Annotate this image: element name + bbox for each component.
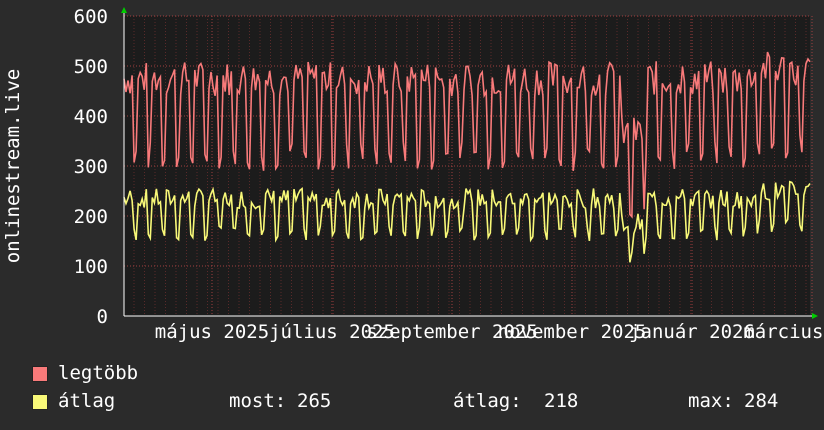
y-tick-label: 200: [74, 206, 108, 228]
y-tick-label: 300: [74, 156, 108, 178]
x-axis-arrow-icon: [812, 313, 818, 319]
y-tick-label: 600: [74, 6, 108, 28]
x-tick-label: január 2026: [629, 321, 755, 343]
stat-max-label: max:: [688, 390, 734, 412]
stat-current-label: most:: [229, 390, 287, 412]
legend-swatch-max: [32, 366, 48, 382]
legend: legtöbb átlag most: 265 átlag: 218 max: …: [32, 362, 812, 422]
legend-swatch-avg: [32, 394, 48, 410]
x-tick-label: május 2025: [155, 321, 269, 343]
y-tick-label: 100: [74, 256, 108, 278]
stat-avg-label: átlag:: [453, 390, 522, 412]
legend-item-avg: átlag most: 265 átlag: 218 max: 284: [32, 390, 812, 412]
legend-label-max: legtöbb: [58, 362, 139, 384]
legend-label-avg: átlag: [58, 390, 116, 412]
stat-current-value: 265: [297, 390, 332, 412]
y-tick-label: 0: [97, 306, 108, 328]
y-tick-label: 400: [74, 106, 108, 128]
y-axis-arrow-icon: [121, 7, 127, 13]
stat-max-value: 284: [744, 390, 779, 412]
stat-avg-value: 218: [544, 390, 579, 412]
y-axis-label: onlinestream.live: [2, 69, 24, 263]
x-tick-label: március 2026: [743, 321, 824, 343]
y-tick-label: 500: [74, 56, 108, 78]
x-tick-label: november 2025: [498, 321, 647, 343]
x-axis: május 2025 július 2025szeptember 2025nove…: [155, 321, 824, 343]
y-axis: 0 100 200 300 400 500 600: [74, 6, 108, 328]
